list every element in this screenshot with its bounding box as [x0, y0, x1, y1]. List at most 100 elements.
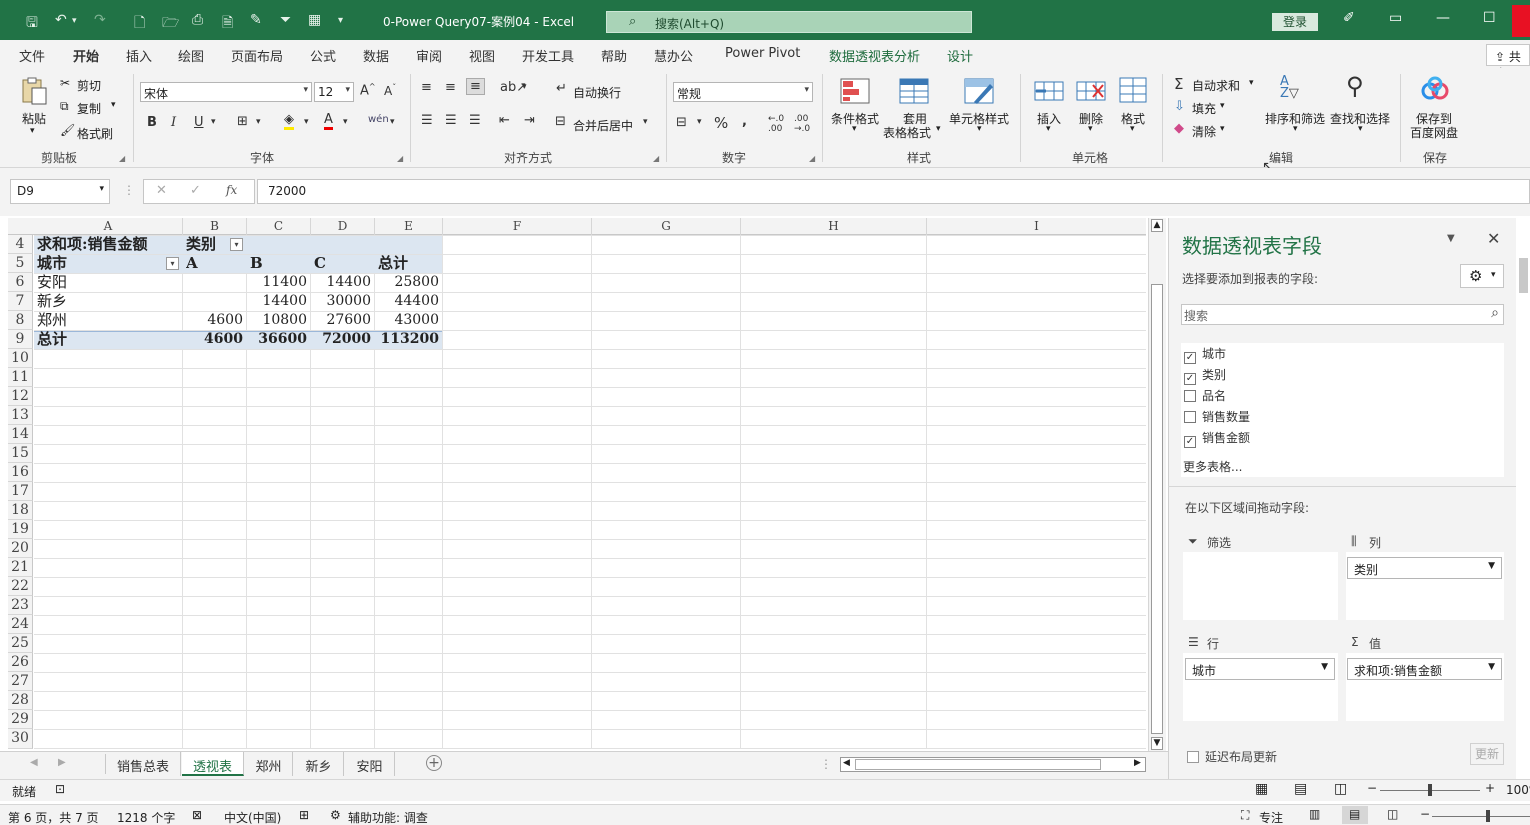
- format-cells-icon[interactable]: [1118, 76, 1148, 104]
- scroll-down-icon[interactable]: ▼: [1151, 737, 1163, 750]
- font-launcher-icon[interactable]: ◢: [397, 154, 403, 163]
- accessibility-status[interactable]: 辅助功能: 调查: [348, 809, 428, 825]
- pivot-value[interactable]: [182, 292, 246, 311]
- row-header[interactable]: 6: [8, 273, 33, 292]
- column-header-b[interactable]: B: [183, 218, 247, 235]
- row-header[interactable]: 26: [8, 653, 33, 672]
- column-header-d[interactable]: D: [311, 218, 375, 235]
- fill-button[interactable]: 填充: [1192, 100, 1216, 117]
- print-layout-icon[interactable]: ▤: [1349, 807, 1360, 821]
- tab-help[interactable]: 帮助: [601, 46, 627, 65]
- tab-review[interactable]: 审阅: [416, 46, 442, 65]
- pivot-column-total[interactable]: 4600: [182, 330, 246, 349]
- pivot-value[interactable]: 4600: [182, 311, 246, 330]
- clear-icon[interactable]: ◆: [1174, 121, 1184, 136]
- format-dropdown-icon[interactable]: ▾: [1130, 124, 1135, 134]
- tab-split-grip-icon[interactable]: ⋮: [820, 757, 832, 771]
- print-icon[interactable]: ⎙: [192, 12, 203, 28]
- search-box[interactable]: ⌕ 搜索(Alt+Q): [606, 11, 972, 33]
- close-button[interactable]: [1512, 5, 1530, 37]
- values-zone-item[interactable]: 求和项:销售金额 ▼: [1347, 658, 1502, 680]
- orientation-dropdown-icon[interactable]: ▾: [522, 82, 527, 92]
- decrease-indent-icon[interactable]: ⇤: [499, 113, 510, 128]
- align-middle-icon[interactable]: ≡: [445, 80, 456, 95]
- row-header[interactable]: 17: [8, 482, 33, 501]
- row-header[interactable]: 12: [8, 387, 33, 406]
- pivot-column-total-selected[interactable]: 72000: [310, 330, 374, 349]
- row-header[interactable]: 7: [8, 292, 33, 311]
- pivot-row-total[interactable]: 44400: [374, 292, 442, 311]
- columns-zone-item[interactable]: 类别 ▼: [1347, 557, 1502, 579]
- tab-draw[interactable]: 绘图: [178, 46, 204, 65]
- proofing-icon[interactable]: ⊠: [192, 808, 202, 822]
- font-size-combo[interactable]: 12 ▾: [314, 82, 354, 102]
- close-icon[interactable]: ✕: [1487, 229, 1500, 248]
- sheet-tab-pivot[interactable]: 透视表: [182, 752, 244, 776]
- autosum-button[interactable]: 自动求和: [1192, 77, 1240, 94]
- baidu-cloud-icon[interactable]: [1420, 76, 1450, 104]
- percent-icon[interactable]: %: [714, 114, 728, 132]
- undo-dropdown-icon[interactable]: ▾: [72, 16, 77, 26]
- tab-data[interactable]: 数据: [363, 46, 389, 65]
- tab-pivot-analyze[interactable]: 数据透视表分析: [829, 46, 920, 65]
- zoom-slider-thumb[interactable]: [1428, 784, 1432, 796]
- format-as-table-icon[interactable]: [899, 78, 929, 106]
- bold-icon[interactable]: B: [147, 115, 157, 130]
- edit-icon[interactable]: ✎: [250, 12, 262, 28]
- conditional-dropdown-icon[interactable]: ▾: [852, 124, 857, 134]
- phonetic-dropdown-icon[interactable]: ▾: [390, 117, 395, 127]
- row-header[interactable]: 14: [8, 425, 33, 444]
- ribbon-display-icon[interactable]: ▭: [1389, 10, 1402, 26]
- increase-decimal-icon[interactable]: ←.0.00: [768, 114, 784, 134]
- name-box[interactable]: D9 ▾: [10, 179, 110, 204]
- decrease-decimal-icon[interactable]: .00 →.0: [794, 114, 810, 134]
- sheet-tab-sales-summary[interactable]: 销售总表: [106, 752, 181, 776]
- align-bottom-icon[interactable]: ≡: [466, 78, 485, 95]
- column-header-f[interactable]: F: [443, 218, 592, 235]
- zoom-out-icon[interactable]: −: [1367, 781, 1377, 795]
- increase-font-icon[interactable]: A^: [360, 82, 376, 98]
- row-header[interactable]: 29: [8, 710, 33, 729]
- track-icon[interactable]: ⊞: [299, 808, 309, 822]
- column-header-h[interactable]: H: [741, 218, 927, 235]
- column-header-e[interactable]: E: [375, 218, 443, 235]
- open-folder-icon[interactable]: 🗁: [162, 12, 179, 36]
- paste-icon[interactable]: [20, 76, 50, 105]
- focus-mode[interactable]: 专注: [1259, 809, 1283, 825]
- checkbox-checked[interactable]: ✓: [1184, 436, 1196, 448]
- conditional-format-icon[interactable]: [840, 78, 870, 106]
- row-header[interactable]: 13: [8, 406, 33, 425]
- pivot-row-total[interactable]: 25800: [374, 273, 442, 292]
- pivot-value[interactable]: 10800: [246, 311, 310, 330]
- pivot-city[interactable]: 郑州: [37, 311, 182, 330]
- save-baidu-line2[interactable]: 百度网盘: [1410, 124, 1458, 141]
- row-header[interactable]: 20: [8, 539, 33, 558]
- merge-dropdown-icon[interactable]: ▾: [643, 117, 648, 127]
- tab-huibangong[interactable]: 慧办公: [654, 46, 693, 65]
- normal-view-icon[interactable]: ▦: [1255, 781, 1268, 797]
- clipboard-launcher-icon[interactable]: ◢: [119, 154, 125, 163]
- pivot-category-c[interactable]: C: [314, 254, 374, 273]
- pivot-grand-total-label[interactable]: 总计: [37, 330, 182, 349]
- phonetic-icon[interactable]: wén: [368, 114, 389, 125]
- currency-icon[interactable]: ⊟: [676, 115, 687, 130]
- tab-power-pivot[interactable]: Power Pivot: [725, 46, 800, 61]
- more-tables-link[interactable]: 更多表格...: [1183, 458, 1242, 475]
- column-header-a[interactable]: A: [34, 218, 183, 235]
- checkbox-unchecked[interactable]: [1187, 751, 1199, 763]
- pivot-category-b[interactable]: B: [250, 254, 310, 273]
- clear-button[interactable]: 清除: [1192, 123, 1216, 140]
- paste-button[interactable]: 粘贴: [22, 110, 46, 127]
- format-painter-button[interactable]: 格式刷: [77, 125, 113, 142]
- focus-icon[interactable]: ⛶: [1241, 808, 1249, 823]
- align-top-icon[interactable]: ≡: [421, 80, 432, 95]
- next-sheet-icon[interactable]: ▶: [58, 757, 66, 768]
- row-header[interactable]: 16: [8, 463, 33, 482]
- print-preview-icon[interactable]: 🗎: [222, 12, 233, 36]
- enter-icon[interactable]: ✓: [190, 183, 201, 198]
- sheet-tab-zhengzhou[interactable]: 郑州: [245, 752, 293, 776]
- font-color-icon[interactable]: A: [324, 113, 333, 130]
- row-header[interactable]: 18: [8, 501, 33, 520]
- row-header[interactable]: 24: [8, 615, 33, 634]
- pivot-value[interactable]: [182, 273, 246, 292]
